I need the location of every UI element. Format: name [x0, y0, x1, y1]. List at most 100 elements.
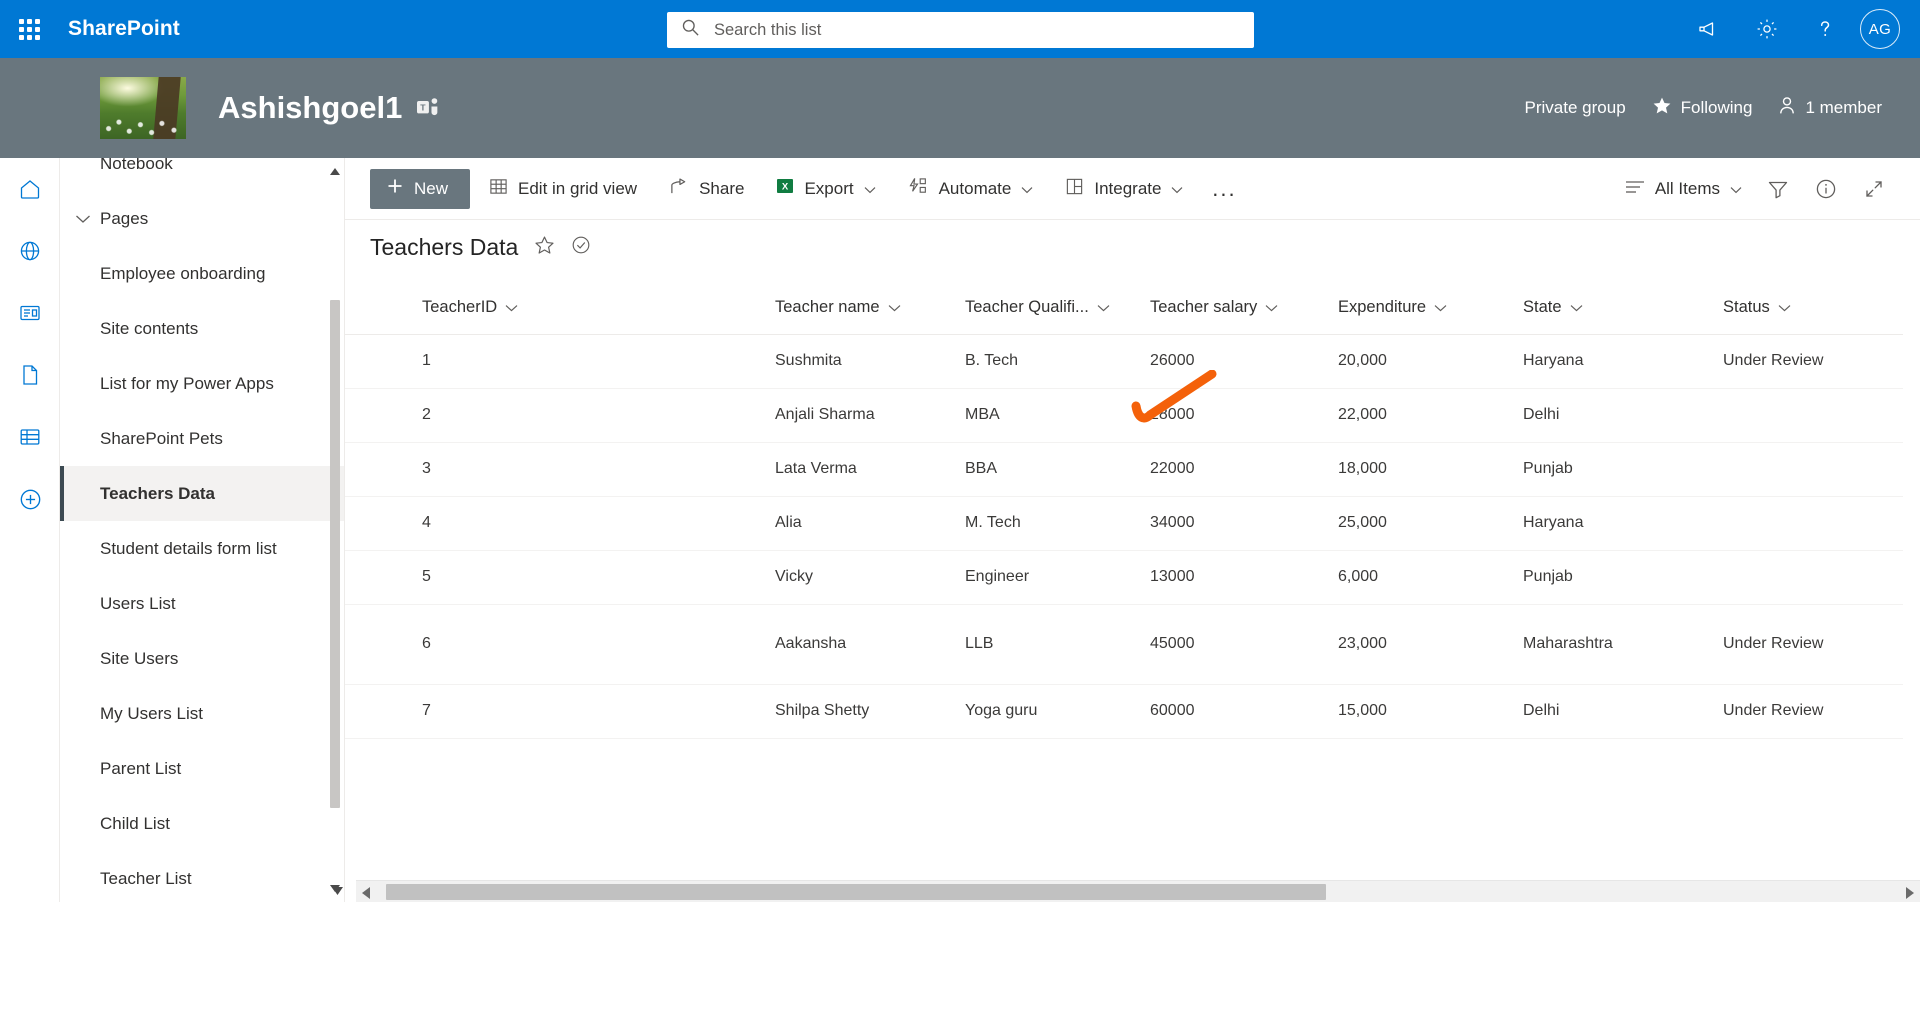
view-selector-label: All Items: [1655, 179, 1720, 199]
sidebar-item-label: Parent List: [100, 759, 181, 779]
row-select-cell[interactable]: [345, 604, 410, 684]
list-view-icon: [1625, 179, 1645, 200]
filter-icon[interactable]: [1754, 169, 1802, 209]
sharepoint-brand[interactable]: SharePoint: [68, 17, 180, 41]
cell-expenditure: 20,000: [1338, 334, 1523, 388]
chevron-down-icon[interactable]: [1434, 298, 1447, 317]
sidebar-item-teachers-data[interactable]: Teachers Data: [60, 466, 345, 521]
following-button[interactable]: Following: [1652, 96, 1753, 121]
chevron-down-icon: [1021, 179, 1033, 199]
new-button[interactable]: New: [370, 169, 470, 209]
suite-actions: AG: [1680, 0, 1910, 58]
page-title[interactable]: Teachers Data: [370, 234, 518, 261]
globe-icon[interactable]: [0, 220, 60, 282]
site-title-text: Ashishgoel1: [218, 90, 402, 126]
share-icon: [669, 177, 689, 201]
sidebar-item-site-contents[interactable]: Site contents: [60, 301, 345, 356]
gear-icon[interactable]: [1738, 0, 1796, 58]
column-header-expenditure[interactable]: Expenditure: [1338, 282, 1523, 334]
sidebar-item-pages[interactable]: Pages: [60, 191, 345, 246]
row-select-cell[interactable]: [345, 442, 410, 496]
table-row[interactable]: 6AakanshaLLB4500023,000MaharashtraUnder …: [345, 604, 1903, 684]
sidebar-item-list-for-my-power-apps[interactable]: List for my Power Apps: [60, 356, 345, 411]
home-icon[interactable]: [0, 158, 60, 220]
cell-status: Under Review: [1723, 334, 1903, 388]
expand-icon[interactable]: [1850, 169, 1898, 209]
plus-icon: [386, 177, 404, 200]
cell-name: Vicky: [775, 550, 965, 604]
horizontal-scroll-thumb[interactable]: [386, 884, 1326, 900]
nav-scroll-up-icon[interactable]: [330, 163, 340, 181]
column-header-state[interactable]: State: [1523, 282, 1723, 334]
chevron-down-icon: [864, 179, 876, 199]
export-button[interactable]: X Export: [763, 169, 888, 209]
row-select-cell[interactable]: [345, 388, 410, 442]
horizontal-scrollbar[interactable]: [356, 880, 1920, 902]
sidebar-item-student-details-form-list[interactable]: Student details form list: [60, 521, 345, 576]
table-row[interactable]: 4AliaM. Tech3400025,000Haryana: [345, 496, 1903, 550]
sidebar-item-my-users-list[interactable]: My Users List: [60, 686, 345, 741]
chevron-down-icon[interactable]: [1570, 298, 1583, 317]
column-header-status[interactable]: Status: [1723, 282, 1903, 334]
chevron-down-icon[interactable]: [505, 298, 518, 317]
sidebar-item-site-users[interactable]: Site Users: [60, 631, 345, 686]
sidebar-item-users-list[interactable]: Users List: [60, 576, 345, 631]
row-select-cell[interactable]: [345, 496, 410, 550]
megaphone-icon[interactable]: [1680, 0, 1738, 58]
chevron-down-icon[interactable]: [1097, 298, 1110, 317]
search-box[interactable]: [667, 12, 1254, 48]
document-icon[interactable]: [0, 344, 60, 406]
app-launcher-button[interactable]: [0, 0, 58, 58]
nav-scrollbar[interactable]: [328, 158, 342, 902]
column-header-teacher-qualifi[interactable]: Teacher Qualifi...: [965, 282, 1150, 334]
table-row[interactable]: 3Lata VermaBBA2200018,000Punjab: [345, 442, 1903, 496]
column-header-teacher-salary[interactable]: Teacher salary: [1150, 282, 1338, 334]
sidebar-item-child-list[interactable]: Child List: [60, 796, 345, 851]
sidebar-item-notebook[interactable]: Notebook: [60, 158, 345, 191]
nav-scroll-thumb[interactable]: [330, 300, 340, 808]
scroll-right-icon[interactable]: [1906, 886, 1914, 904]
integrate-button[interactable]: Integrate: [1052, 169, 1196, 209]
search-input[interactable]: [714, 21, 1240, 40]
share-button[interactable]: Share: [656, 169, 757, 209]
table-row[interactable]: 5VickyEngineer130006,000Punjab: [345, 550, 1903, 604]
row-select-cell[interactable]: [345, 550, 410, 604]
chevron-down-icon[interactable]: [1778, 298, 1791, 317]
row-select-cell[interactable]: [345, 684, 410, 738]
column-header-teacher-name[interactable]: Teacher name: [775, 282, 965, 334]
table-row[interactable]: 2Anjali SharmaMBA2800022,000Delhi: [345, 388, 1903, 442]
create-icon[interactable]: [0, 468, 60, 530]
check-circle-icon[interactable]: [571, 235, 591, 260]
avatar[interactable]: AG: [1860, 9, 1900, 49]
cell-expenditure: 6,000: [1338, 550, 1523, 604]
chevron-down-icon[interactable]: [1265, 298, 1278, 317]
view-selector-button[interactable]: All Items: [1613, 169, 1754, 209]
table-row[interactable]: 1SushmitaB. Tech2600020,000HaryanaUnder …: [345, 334, 1903, 388]
table-row[interactable]: 7Shilpa ShettyYoga guru6000015,000DelhiU…: [345, 684, 1903, 738]
lists-icon[interactable]: [0, 406, 60, 468]
star-icon[interactable]: [534, 235, 555, 261]
sidebar-item-parent-list[interactable]: Parent List: [60, 741, 345, 796]
row-select-cell[interactable]: [345, 334, 410, 388]
column-header-label: Teacher salary: [1150, 298, 1257, 317]
sidebar-item-sharepoint-pets[interactable]: SharePoint Pets: [60, 411, 345, 466]
scroll-left-icon[interactable]: [362, 886, 370, 904]
members-button[interactable]: 1 member: [1778, 96, 1882, 120]
more-commands-button[interactable]: ...: [1202, 169, 1246, 209]
information-icon[interactable]: [1802, 169, 1850, 209]
site-title[interactable]: Ashishgoel1 T: [218, 90, 440, 126]
sidebar-item-employee-onboarding[interactable]: Employee onboarding: [60, 246, 345, 301]
sidebar-item-label: Pages: [100, 209, 148, 229]
automate-button[interactable]: Automate: [895, 169, 1047, 209]
edit-in-grid-view-button[interactable]: Edit in grid view: [476, 169, 650, 209]
cell-id: 3: [410, 442, 775, 496]
help-icon[interactable]: [1796, 0, 1854, 58]
column-header-label: Teacher name: [775, 298, 880, 317]
cell-status: [1723, 496, 1903, 550]
chevron-down-icon[interactable]: [888, 298, 901, 317]
news-icon[interactable]: [0, 282, 60, 344]
nav-scroll-down-corner-icon[interactable]: [332, 882, 343, 900]
sidebar-item-teacher-list[interactable]: Teacher List: [60, 851, 345, 902]
chevron-down-icon[interactable]: [75, 209, 91, 229]
column-header-teacherid[interactable]: TeacherID: [410, 282, 775, 334]
